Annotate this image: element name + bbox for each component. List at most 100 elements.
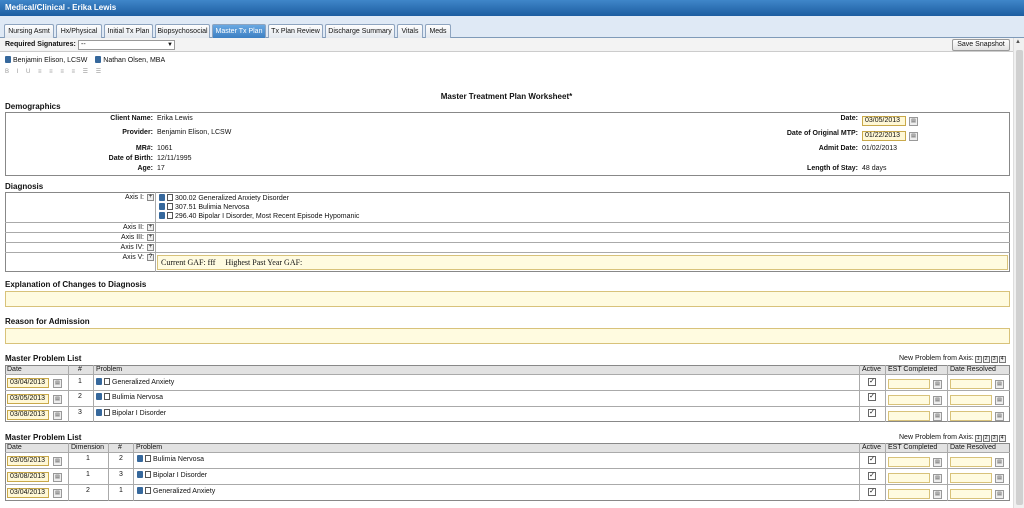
edit-icon[interactable] [167,203,173,210]
original-mtp-input[interactable]: 01/22/2013 [862,131,906,141]
tab-hx-physical[interactable]: Hx/Physical [56,24,102,38]
scroll-thumb[interactable] [1016,50,1023,505]
grid-line [5,452,1010,453]
row-date-input[interactable]: 03/08/2013 [7,472,49,482]
est-completed-input[interactable] [888,379,930,389]
date-resolved-input[interactable] [950,395,992,405]
tab-master-tx-plan[interactable]: Master Tx Plan [212,24,266,38]
explanation-textarea[interactable] [5,291,1010,307]
date-resolved-input[interactable] [950,489,992,499]
calendar-icon[interactable]: ▤ [995,458,1004,467]
add-axis4-button[interactable]: + [147,244,154,251]
vertical-scrollbar[interactable]: ▲ [1013,38,1024,508]
row-date-input[interactable]: 03/08/2013 [7,410,49,420]
axis-button[interactable]: 4 [998,435,1006,442]
trash-icon[interactable] [96,393,102,400]
edit-icon[interactable] [167,194,173,201]
chevron-down-icon: ▼ [167,42,173,48]
calendar-icon[interactable]: ▤ [53,473,62,482]
add-axis3-button[interactable]: + [147,234,154,241]
calendar-icon[interactable]: ▤ [995,412,1004,421]
date-resolved-input[interactable] [950,411,992,421]
tab-vitals[interactable]: Vitals [397,24,423,38]
calendar-icon[interactable]: ▤ [995,396,1004,405]
trash-icon[interactable] [159,212,165,219]
format-buttons[interactable]: B I U [5,69,33,75]
calendar-icon[interactable]: ▤ [909,117,918,126]
edit-icon[interactable] [104,409,110,416]
date-resolved-input[interactable] [950,473,992,483]
save-snapshot-button[interactable]: Save Snapshot [952,39,1010,51]
add-axis2-button[interactable]: + [147,224,154,231]
scroll-up-icon[interactable]: ▲ [1015,39,1021,45]
active-checkbox[interactable]: ✓ [868,378,876,386]
calendar-icon[interactable]: ▤ [995,490,1004,499]
active-checkbox[interactable]: ✓ [868,472,876,480]
date-resolved-input[interactable] [950,457,992,467]
active-checkbox[interactable]: ✓ [868,488,876,496]
date-input[interactable]: 03/05/2013 [862,116,906,126]
trash-icon[interactable] [95,56,102,63]
est-completed-input[interactable] [888,473,930,483]
tab-discharge-summary[interactable]: Discharge Summary [325,24,395,38]
edit-icon[interactable] [145,455,151,462]
trash-icon[interactable] [137,471,143,478]
active-checkbox[interactable]: ✓ [868,393,876,401]
calendar-icon[interactable]: ▤ [933,396,942,405]
trash-icon[interactable] [159,194,165,201]
edit-icon[interactable] [167,212,173,219]
est-completed-input[interactable] [888,411,930,421]
row-date-input[interactable]: 03/04/2013 [7,378,49,388]
tab-nursing-asmt[interactable]: Nursing Asmt [4,24,54,38]
tab-biopsychosocial[interactable]: Biopsychosocial [155,24,210,38]
calendar-icon[interactable]: ▤ [909,132,918,141]
row-date-input[interactable]: 03/05/2013 [7,394,49,404]
active-checkbox[interactable]: ✓ [868,409,876,417]
row-dimension: 1 [86,455,90,462]
row-date-input[interactable]: 03/04/2013 [7,488,49,498]
axis-button[interactable]: 3 [990,356,998,363]
calendar-icon[interactable]: ▤ [53,457,62,466]
calendar-icon[interactable]: ▤ [53,395,62,404]
calendar-icon[interactable]: ▤ [53,411,62,420]
est-completed-input[interactable] [888,395,930,405]
tab-initial-tx-plan[interactable]: Initial Tx Plan [104,24,153,38]
tab-tx-plan-review[interactable]: Tx Plan Review [268,24,323,38]
calendar-icon[interactable]: ▤ [995,474,1004,483]
axis-button[interactable]: 3 [990,435,998,442]
tab-meds[interactable]: Meds [425,24,451,38]
est-completed-input[interactable] [888,457,930,467]
trash-icon[interactable] [96,378,102,385]
calendar-icon[interactable]: ▤ [53,489,62,498]
calendar-icon[interactable]: ▤ [933,474,942,483]
axis5-help-button[interactable]: ? [147,254,154,261]
axis-button[interactable]: 1 [974,435,982,442]
calendar-icon[interactable]: ▤ [933,458,942,467]
trash-icon[interactable] [137,455,143,462]
edit-icon[interactable] [145,487,151,494]
trash-icon[interactable] [137,487,143,494]
axis-button[interactable]: 2 [982,356,990,363]
edit-icon[interactable] [145,471,151,478]
trash-icon[interactable] [159,203,165,210]
add-axis1-button[interactable]: + [147,194,154,201]
calendar-icon[interactable]: ▤ [995,380,1004,389]
trash-icon[interactable] [5,56,11,63]
trash-icon[interactable] [96,409,102,416]
axis-button[interactable]: 1 [974,356,982,363]
edit-icon[interactable] [104,393,110,400]
est-completed-input[interactable] [888,489,930,499]
calendar-icon[interactable]: ▤ [933,412,942,421]
axis-button[interactable]: 2 [982,435,990,442]
edit-icon[interactable] [104,378,110,385]
admission-textarea[interactable] [5,328,1010,344]
row-date-input[interactable]: 03/05/2013 [7,456,49,466]
calendar-icon[interactable]: ▤ [933,490,942,499]
date-resolved-input[interactable] [950,379,992,389]
active-checkbox[interactable]: ✓ [868,456,876,464]
axis-button[interactable]: 4 [998,356,1006,363]
calendar-icon[interactable]: ▤ [53,379,62,388]
signature-select[interactable]: -- ▼ [78,40,175,50]
gaf-field[interactable]: Current GAF: fff Highest Past Year GAF: [157,255,1008,270]
calendar-icon[interactable]: ▤ [933,380,942,389]
